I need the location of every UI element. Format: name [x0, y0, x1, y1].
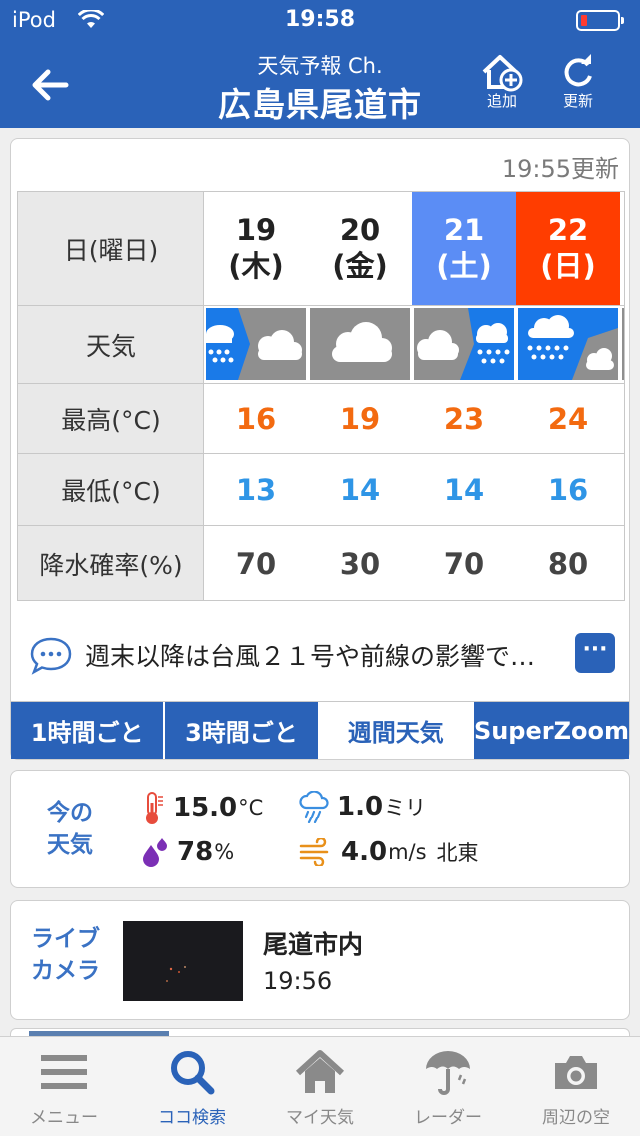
low-temp: 13 — [204, 454, 308, 526]
camera-icon — [555, 1056, 597, 1089]
high-temp: 16 — [204, 384, 308, 454]
current-precipitation: 1.0 ミリ — [299, 791, 426, 823]
row-label-low: 最低(°C) — [18, 454, 204, 526]
row-label-pop: 降水確率(%) — [39, 551, 183, 580]
cloudy-icon — [308, 306, 412, 384]
forecast-tabs: 1時間ごと 3時間ごと 週間天気 SuperZoom — [11, 701, 629, 759]
live-camera-label: ライブ カメラ — [31, 926, 100, 984]
high-temp: 19 — [308, 384, 412, 454]
day-header: ( — [620, 192, 624, 306]
comment-text: 週末以降は台風２１号や前線の影響で… — [85, 642, 536, 671]
home-add-icon — [482, 55, 523, 92]
day-date: 19 — [235, 213, 277, 247]
day-date: 22 — [547, 213, 589, 247]
forecast-card: 19:55更新 日(曜日) 天気 最高(°C) 最低(°C) 降水確率(%) 1… — [10, 138, 630, 760]
low-temp: 16 — [516, 454, 620, 526]
tabbar-item-menu[interactable]: メニュー — [0, 1037, 128, 1136]
day-date: 21 — [443, 213, 485, 247]
tab-weekly[interactable]: 週間天気 — [319, 702, 474, 759]
tab-hourly[interactable]: 1時間ごと — [11, 702, 166, 759]
cloudy-to-rain-icon — [412, 306, 516, 384]
forecast-day-column: 20 (金) 19 14 30 — [308, 192, 412, 600]
tab-superzoom[interactable]: SuperZoom — [473, 702, 629, 759]
low-temp: 14 — [308, 454, 412, 526]
day-header: 19 (木) — [204, 192, 308, 306]
current-weather-card[interactable]: 今の 天気 15.0 °C 1.0 ミリ 78% 4.0 m/s 北東 — [10, 770, 630, 888]
day-header-saturday: 21 (土) — [412, 192, 516, 306]
battery-icon — [576, 10, 624, 31]
forecast-day-column: 22 (日) 24 16 80 — [516, 192, 620, 600]
current-wind: 4.0 m/s 北東 — [299, 837, 479, 867]
humidity-drops-icon — [143, 838, 167, 867]
tabbar-item-search[interactable]: ココ検索 — [128, 1037, 256, 1136]
low-temp: 14 — [412, 454, 516, 526]
refresh-icon — [564, 54, 592, 87]
add-label: 追加 — [486, 92, 517, 110]
precip-probability: 30 — [339, 547, 381, 581]
live-camera-card[interactable]: ライブ カメラ 尾道市内 19:56 — [10, 900, 630, 1020]
day-date: 20 — [339, 213, 381, 247]
updated-time: 19:55更新 — [501, 155, 619, 183]
row-label-weather: 天気 — [18, 306, 204, 384]
high-temp: 24 — [516, 384, 620, 454]
weekly-forecast-table[interactable]: 日(曜日) 天気 最高(°C) 最低(°C) 降水確率(%) 19 (木) 16… — [17, 191, 625, 601]
rain-to-cloudy-icon — [516, 306, 620, 384]
refresh-button[interactable]: 更新 — [550, 52, 606, 118]
add-button[interactable]: 追加 — [474, 52, 530, 118]
status-time: 19:58 — [284, 7, 356, 32]
refresh-label: 更新 — [562, 92, 593, 110]
camera-time: 19:56 — [263, 967, 333, 995]
row-label-day: 日(曜日) — [18, 192, 204, 306]
forecast-day-column: 19 (木) 16 13 70 — [204, 192, 308, 600]
day-weekday: (土) — [436, 249, 492, 283]
speech-bubble-icon — [30, 637, 72, 675]
home-icon — [295, 1050, 345, 1093]
camera-thumbnail[interactable] — [123, 921, 243, 1001]
day-header: 20 (金) — [308, 192, 412, 306]
high-temp: 23 — [412, 384, 516, 454]
day-weekday: (日) — [540, 249, 596, 283]
bottom-tab-bar: メニュー ココ検索 マイ天気 レーダー 周辺の空 — [0, 1036, 640, 1136]
forecast-day-column: 21 (土) 23 14 70 — [412, 192, 516, 600]
day-weekday: (木) — [228, 249, 284, 283]
more-button[interactable]: ··· — [575, 633, 615, 673]
forecast-day-column-partial: ( — [620, 192, 624, 600]
forecast-comment[interactable]: 週末以降は台風２１号や前線の影響で… ··· — [29, 625, 619, 679]
current-humidity: 78% — [141, 837, 234, 867]
menu-icon — [41, 1055, 87, 1089]
tabbar-item-my-weather[interactable]: マイ天気 — [256, 1037, 384, 1136]
rain-to-cloudy-icon — [204, 306, 308, 384]
camera-location: 尾道市内 — [263, 930, 364, 959]
nav-bar: 天気予報 Ch. 広島県尾道市 追加 更新 — [0, 42, 640, 128]
nav-subtitle: 天気予報 Ch. — [257, 54, 383, 78]
precip-probability: 70 — [235, 547, 277, 581]
wind-icon — [299, 838, 329, 866]
thermometer-icon — [146, 792, 163, 824]
current-weather-label: 今の 天気 — [47, 800, 93, 858]
row-labels: 日(曜日) 天気 最高(°C) 最低(°C) 降水確率(%) — [18, 192, 204, 600]
row-label-high: 最高(°C) — [18, 384, 204, 454]
tab-3hourly[interactable]: 3時間ごと — [165, 702, 320, 759]
umbrella-icon — [426, 1051, 470, 1095]
search-icon — [171, 1051, 215, 1095]
precip-probability: 70 — [443, 547, 485, 581]
precip-probability: 80 — [547, 547, 589, 581]
page-title: 広島県尾道市 — [218, 85, 422, 124]
day-header-sunday: 22 (日) — [516, 192, 620, 306]
tabbar-item-nearby-sky[interactable]: 周辺の空 — [512, 1037, 640, 1136]
rain-cloud-icon — [299, 791, 329, 823]
back-arrow-icon[interactable] — [26, 60, 76, 110]
weather-icon-partial — [620, 306, 624, 384]
status-bar: iPod 19:58 — [0, 0, 640, 42]
current-temperature: 15.0 °C — [141, 791, 263, 825]
day-weekday: (金) — [332, 249, 388, 283]
tabbar-item-radar[interactable]: レーダー — [384, 1037, 512, 1136]
